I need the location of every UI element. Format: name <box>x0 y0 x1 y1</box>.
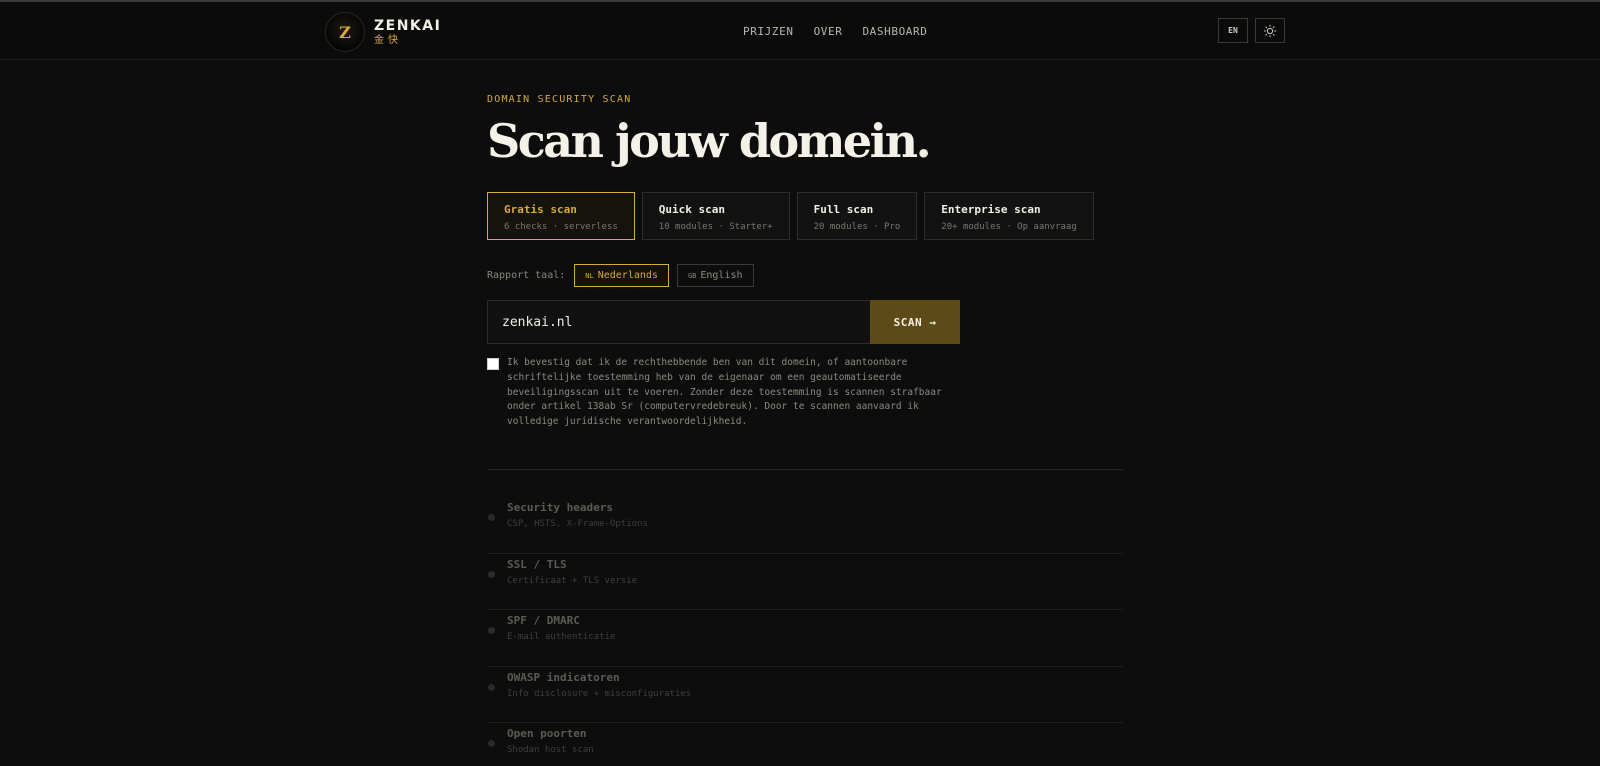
tier-description: 10 modules · Starter+ <box>658 222 773 232</box>
gb-flag-icon: GB <box>687 271 697 280</box>
theme-toggle-button[interactable] <box>1255 18 1285 43</box>
eyebrow-label: DOMAIN SECURITY SCAN <box>487 94 632 105</box>
site-header: Z ZENKAI 金快 PRIJZEN OVER DASHBOARD EN <box>0 2 1600 60</box>
nav-link-dashboard[interactable]: DASHBOARD <box>862 25 927 38</box>
check-description: CSP, HSTS, X-Frame-Options <box>507 519 648 529</box>
status-dot-icon <box>488 740 495 747</box>
status-dot-icon <box>488 570 495 578</box>
report-language-label: Rapport taal: <box>487 270 566 281</box>
list-item: Security headers CSP, HSTS, X-Frame-Opti… <box>487 497 1123 554</box>
list-item: Open poorten Shodan host scan <box>487 723 1123 766</box>
check-list: Security headers CSP, HSTS, X-Frame-Opti… <box>487 497 1123 766</box>
logo-name: ZENKAI <box>374 17 442 34</box>
logo-text: ZENKAI 金快 <box>374 19 441 46</box>
consent-checkbox[interactable] <box>487 358 499 370</box>
nl-flag-icon: NL <box>585 271 594 280</box>
report-language-en-button[interactable]: GB English <box>676 264 754 287</box>
report-language-option-label: English <box>700 270 743 281</box>
check-name: Security headers <box>507 501 613 514</box>
domain-input[interactable] <box>487 300 870 344</box>
consent-text: Ik bevestig dat ik de rechthebbende ben … <box>507 357 942 428</box>
scan-form: SCAN → <box>487 300 960 344</box>
tier-name: Quick scan <box>658 203 726 216</box>
check-name: OWASP indicatoren <box>507 670 620 684</box>
tier-quick-scan[interactable]: Quick scan 10 modules · Starter+ <box>641 192 790 240</box>
list-item: SPF / DMARC E-mail authenticatie <box>487 610 1123 667</box>
consent-row: Ik bevestig dat ik de rechthebbende ben … <box>487 356 947 430</box>
tier-description: 20 modules · Pro <box>813 222 901 232</box>
check-name: Open poorten <box>507 727 587 740</box>
list-item: OWASP indicatoren Info disclosure + misc… <box>487 667 1123 723</box>
language-toggle-button[interactable]: EN <box>1218 18 1248 43</box>
status-dot-icon <box>488 514 495 521</box>
status-dot-icon <box>488 683 495 691</box>
tier-name: Full scan <box>813 203 874 216</box>
nav-link-over[interactable]: OVER <box>814 25 843 38</box>
tier-name: Enterprise scan <box>941 203 1041 216</box>
logo-mark-icon: Z <box>325 12 365 52</box>
check-description: Info disclosure + misconfiguraties <box>507 688 692 699</box>
check-name: SPF / DMARC <box>507 614 580 627</box>
check-description: Shodan host scan <box>507 745 594 755</box>
logo-subtitle: 金快 <box>374 34 402 46</box>
list-item: SSL / TLS Certificaat + TLS versie <box>487 554 1123 610</box>
tier-full-scan[interactable]: Full scan 20 modules · Pro <box>796 192 918 240</box>
status-dot-icon <box>488 627 495 634</box>
nav-link-prijzen[interactable]: PRIJZEN <box>743 25 794 38</box>
report-language-nl-button[interactable]: NL Nederlands <box>574 264 669 287</box>
tier-gratis-scan[interactable]: Gratis scan 6 checks · serverless <box>487 192 635 240</box>
tier-enterprise-scan[interactable]: Enterprise scan 20+ modules · Op aanvraa… <box>924 192 1094 240</box>
main-nav: PRIJZEN OVER DASHBOARD <box>743 25 927 38</box>
logo[interactable]: Z ZENKAI 金快 <box>325 12 441 52</box>
sun-icon <box>1263 24 1277 37</box>
tier-description: 6 checks · serverless <box>504 222 618 232</box>
page-title: Scan jouw domein. <box>487 114 932 168</box>
check-description: Certificaat + TLS versie <box>507 575 638 586</box>
check-description: E-mail authenticatie <box>507 632 616 642</box>
check-name: SSL / TLS <box>507 557 567 571</box>
report-language-option-label: Nederlands <box>597 270 658 281</box>
tier-description: 20+ modules · Op aanvraag <box>941 222 1077 232</box>
scan-button[interactable]: SCAN → <box>870 300 960 344</box>
report-language-selector: Rapport taal: NL Nederlands GB English <box>487 264 762 287</box>
scan-tier-selector: Gratis scan 6 checks · serverless Quick … <box>487 192 1094 240</box>
divider <box>487 469 1123 470</box>
tier-name: Gratis scan <box>504 203 577 216</box>
